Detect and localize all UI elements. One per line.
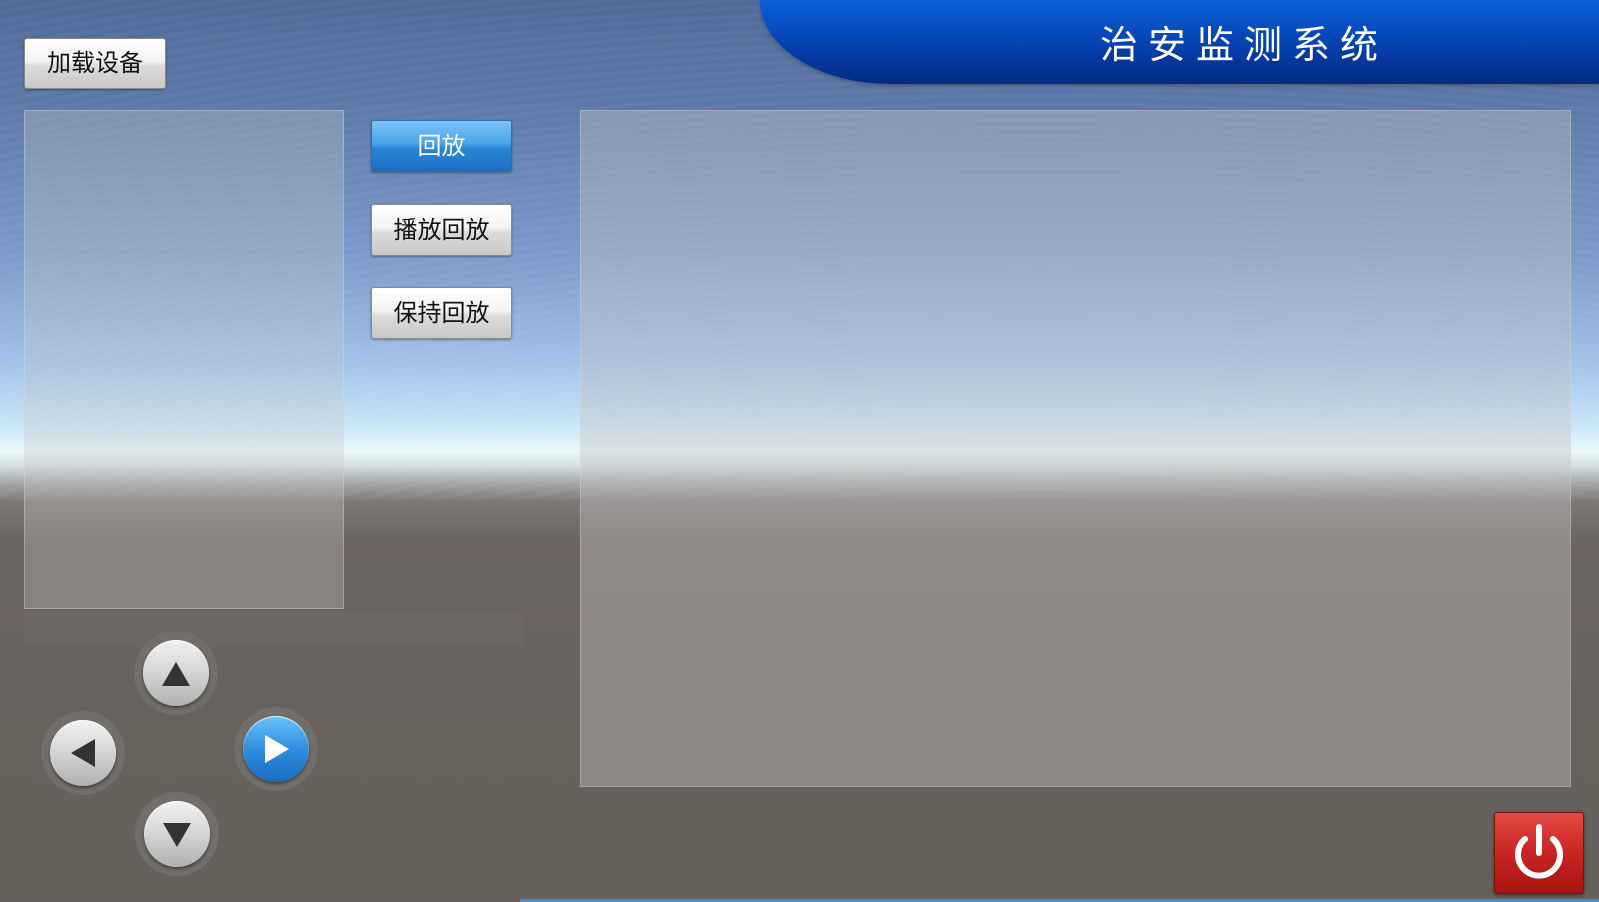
pan-left-button[interactable] [41, 711, 125, 795]
triangle-down-icon [144, 801, 210, 867]
triangle-right-icon [243, 716, 309, 782]
replay-button[interactable]: 回放 [371, 120, 512, 172]
play-replay-button[interactable]: 播放回放 [371, 204, 512, 256]
triangle-left-icon [50, 720, 116, 786]
device-list-panel[interactable] [24, 110, 344, 609]
power-icon [1515, 824, 1563, 879]
pan-up-button[interactable] [134, 631, 218, 715]
panel-footer-strip [24, 612, 524, 646]
hold-replay-button[interactable]: 保持回放 [371, 287, 512, 339]
power-button[interactable] [1494, 812, 1584, 894]
pan-right-button[interactable] [234, 707, 318, 791]
page-title: 治安监测系统 [1100, 23, 1389, 67]
load-device-button[interactable]: 加载设备 [24, 38, 166, 89]
triangle-up-icon [143, 640, 209, 706]
video-display-panel[interactable] [580, 110, 1571, 787]
pan-down-button[interactable] [135, 792, 219, 876]
